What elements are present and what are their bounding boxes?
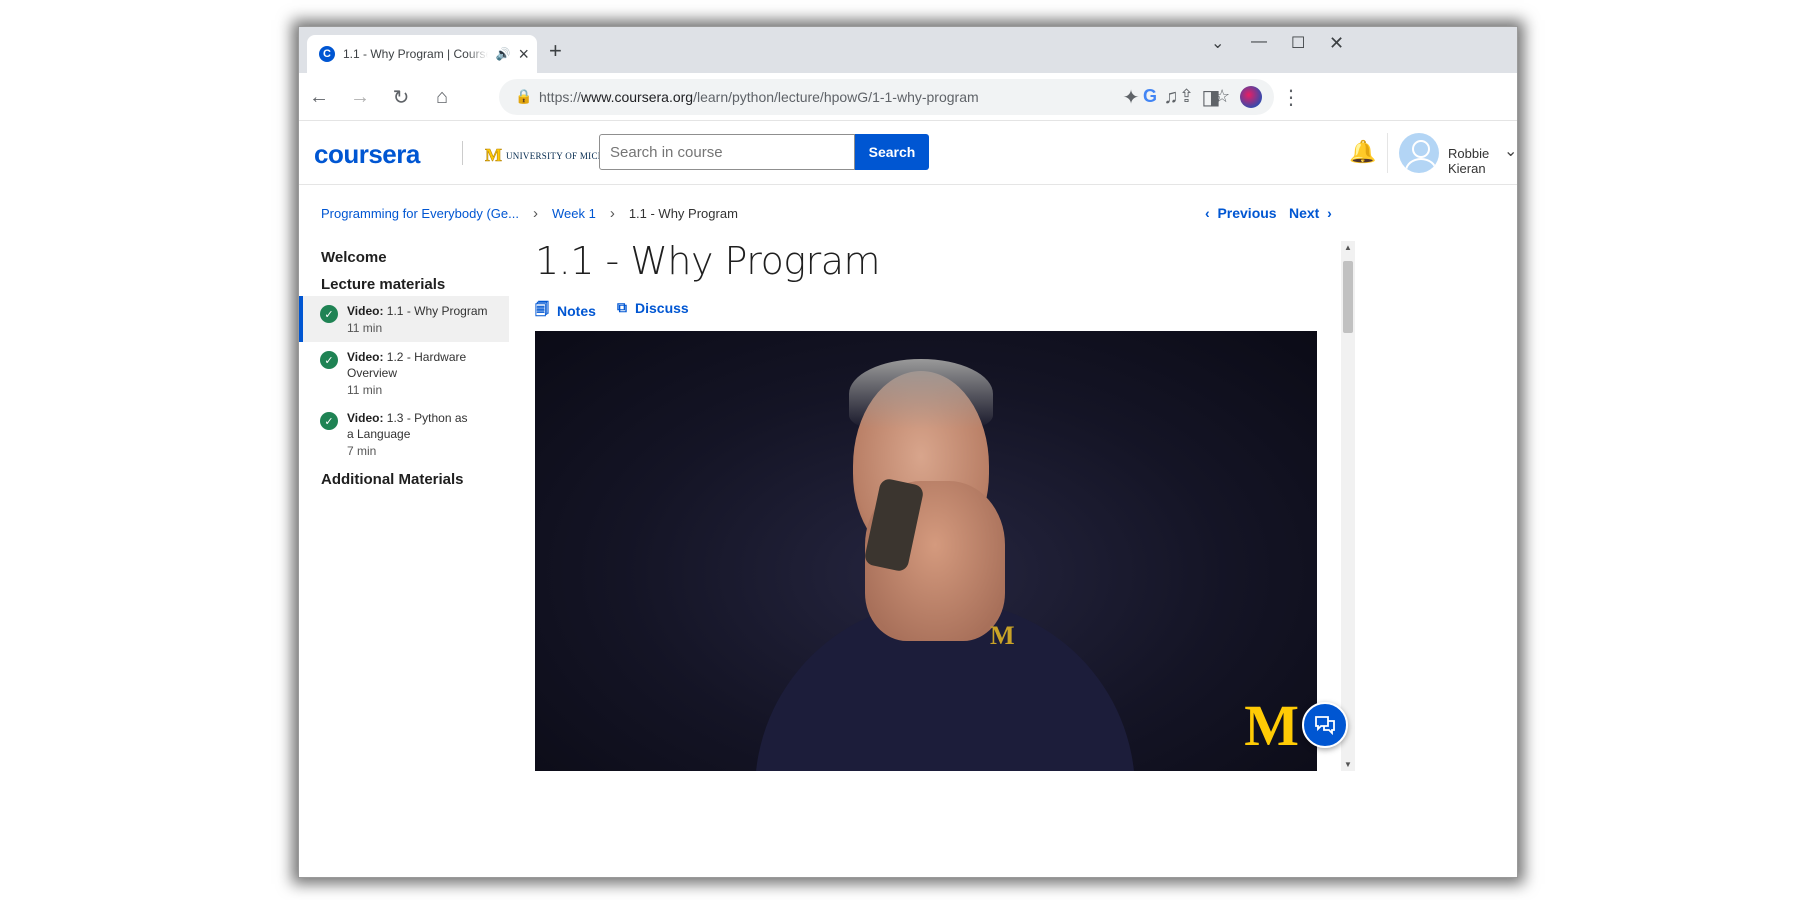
header-divider-right [1387, 133, 1388, 173]
minimize-icon[interactable]: — [1251, 33, 1267, 51]
video-person-hair [849, 359, 993, 429]
home-icon[interactable]: ⌂ [428, 83, 456, 111]
sidebar-item-label: Video: 1.2 - Hardware Overview [347, 350, 467, 380]
search-button[interactable]: Search [855, 134, 929, 170]
breadcrumb-course-link[interactable]: Programming for Everybody (Ge... [321, 206, 519, 221]
header-divider [462, 141, 463, 165]
content-scrollbar[interactable]: ▲ ▼ [1341, 241, 1355, 771]
browser-menu-icon[interactable]: ⋮ [1277, 83, 1305, 111]
side-panel-icon[interactable]: ◨ [1197, 83, 1225, 111]
scroll-down-icon[interactable]: ▼ [1344, 760, 1352, 769]
user-avatar[interactable] [1399, 133, 1439, 173]
breadcrumb-week-link[interactable]: Week 1 [552, 206, 596, 221]
sidebar-item-duration: 7 min [347, 444, 377, 458]
chevron-right-icon: › [1319, 205, 1332, 221]
url-text[interactable]: https://www.coursera.org/learn/python/le… [539, 89, 979, 105]
back-arrow-icon[interactable]: ← [305, 83, 333, 111]
close-window-icon[interactable]: ✕ [1329, 33, 1344, 54]
video-player[interactable]: M M [535, 331, 1317, 771]
scrollbar-thumb[interactable] [1343, 261, 1353, 333]
tab-strip: C 1.1 - Why Program | Coursera 🔊 × + ⌄ —… [299, 27, 1517, 73]
extensions-puzzle-icon[interactable]: ✦ [1117, 83, 1145, 111]
browser-window: C 1.1 - Why Program | Coursera 🔊 × + ⌄ —… [298, 26, 1518, 878]
michigan-watermark-icon: M [1244, 693, 1299, 758]
chat-bubbles-icon [1315, 716, 1335, 736]
scroll-up-icon[interactable]: ▲ [1344, 243, 1352, 252]
notes-button[interactable]: 🗐 Notes [535, 299, 596, 323]
completed-check-icon: ✓ [320, 351, 338, 369]
previous-button[interactable]: ‹ Previous [1205, 205, 1277, 221]
new-tab-icon[interactable]: + [549, 38, 562, 64]
breadcrumb-current: 1.1 - Why Program [628, 206, 738, 221]
notes-icon: 🗐 [535, 301, 549, 317]
coursera-logo[interactable]: coursera [314, 139, 420, 170]
tab-search-chevron-icon[interactable]: ⌄ [1211, 33, 1224, 53]
discuss-button[interactable]: ⧉ Discuss [617, 299, 689, 316]
completed-check-icon: ✓ [320, 412, 338, 430]
maximize-icon[interactable]: ☐ [1291, 33, 1305, 53]
sidebar-item-duration: 11 min [347, 321, 383, 335]
browser-tab-active[interactable]: C 1.1 - Why Program | Coursera 🔊 × [307, 35, 537, 73]
chevron-right-icon: › [609, 205, 615, 222]
michigan-m-icon: M [485, 145, 503, 166]
media-control-icon[interactable]: ♫ [1157, 83, 1185, 111]
sidebar-item-video-1-3[interactable]: ✓ Video: 1.3 - Python as a Language 7 mi… [299, 409, 509, 465]
profile-avatar-icon[interactable] [1237, 83, 1265, 111]
sidebar-item-label: Video: 1.3 - Python as a Language [347, 411, 468, 441]
google-icon[interactable]: G [1143, 86, 1157, 107]
sidebar-lecture-materials[interactable]: Lecture materials [321, 276, 445, 293]
lock-icon[interactable]: 🔒 [515, 88, 532, 105]
sidebar-welcome[interactable]: Welcome [321, 249, 387, 266]
shirt-logo: M [990, 621, 1015, 650]
sidebar-item-label: Video: 1.1 - Why Program [347, 304, 488, 318]
next-button[interactable]: Next › [1289, 205, 1332, 221]
sidebar-item-video-1-1[interactable]: ✓ Video: 1.1 - Why Program 11 min [299, 296, 509, 342]
chat-button[interactable] [1302, 702, 1348, 748]
browser-toolbar: ← → ↻ ⌂ 🔒 https://www.coursera.org/learn… [299, 73, 1517, 121]
chevron-right-icon: › [532, 205, 538, 222]
tab-title: 1.1 - Why Program | Coursera [343, 47, 488, 61]
notifications-bell-icon[interactable]: 🔔 [1349, 139, 1376, 165]
coursera-favicon-icon: C [319, 46, 335, 62]
speaker-icon[interactable]: 🔊 [496, 47, 511, 61]
completed-check-icon: ✓ [320, 305, 338, 323]
sidebar-additional-materials[interactable]: Additional Materials [321, 471, 464, 488]
external-link-icon: ⧉ [617, 299, 627, 315]
forward-arrow-icon[interactable]: → [346, 83, 374, 111]
close-tab-icon[interactable]: × [518, 45, 529, 63]
sidebar-item-video-1-2[interactable]: ✓ Video: 1.2 - Hardware Overview 11 min [299, 348, 509, 404]
breadcrumb: Programming for Everybody (Ge... › Week … [321, 205, 738, 222]
reload-icon[interactable]: ↻ [387, 83, 415, 111]
search-input[interactable] [599, 134, 855, 170]
sidebar-item-duration: 11 min [347, 383, 383, 397]
coursera-header: coursera M UNIVERSITY OF MICHIGAN Search… [299, 121, 1517, 185]
page-title: 1.1 - Why Program [535, 239, 881, 283]
chevron-left-icon: ‹ [1205, 205, 1218, 221]
chevron-down-icon[interactable]: ⌄ [1504, 141, 1517, 161]
